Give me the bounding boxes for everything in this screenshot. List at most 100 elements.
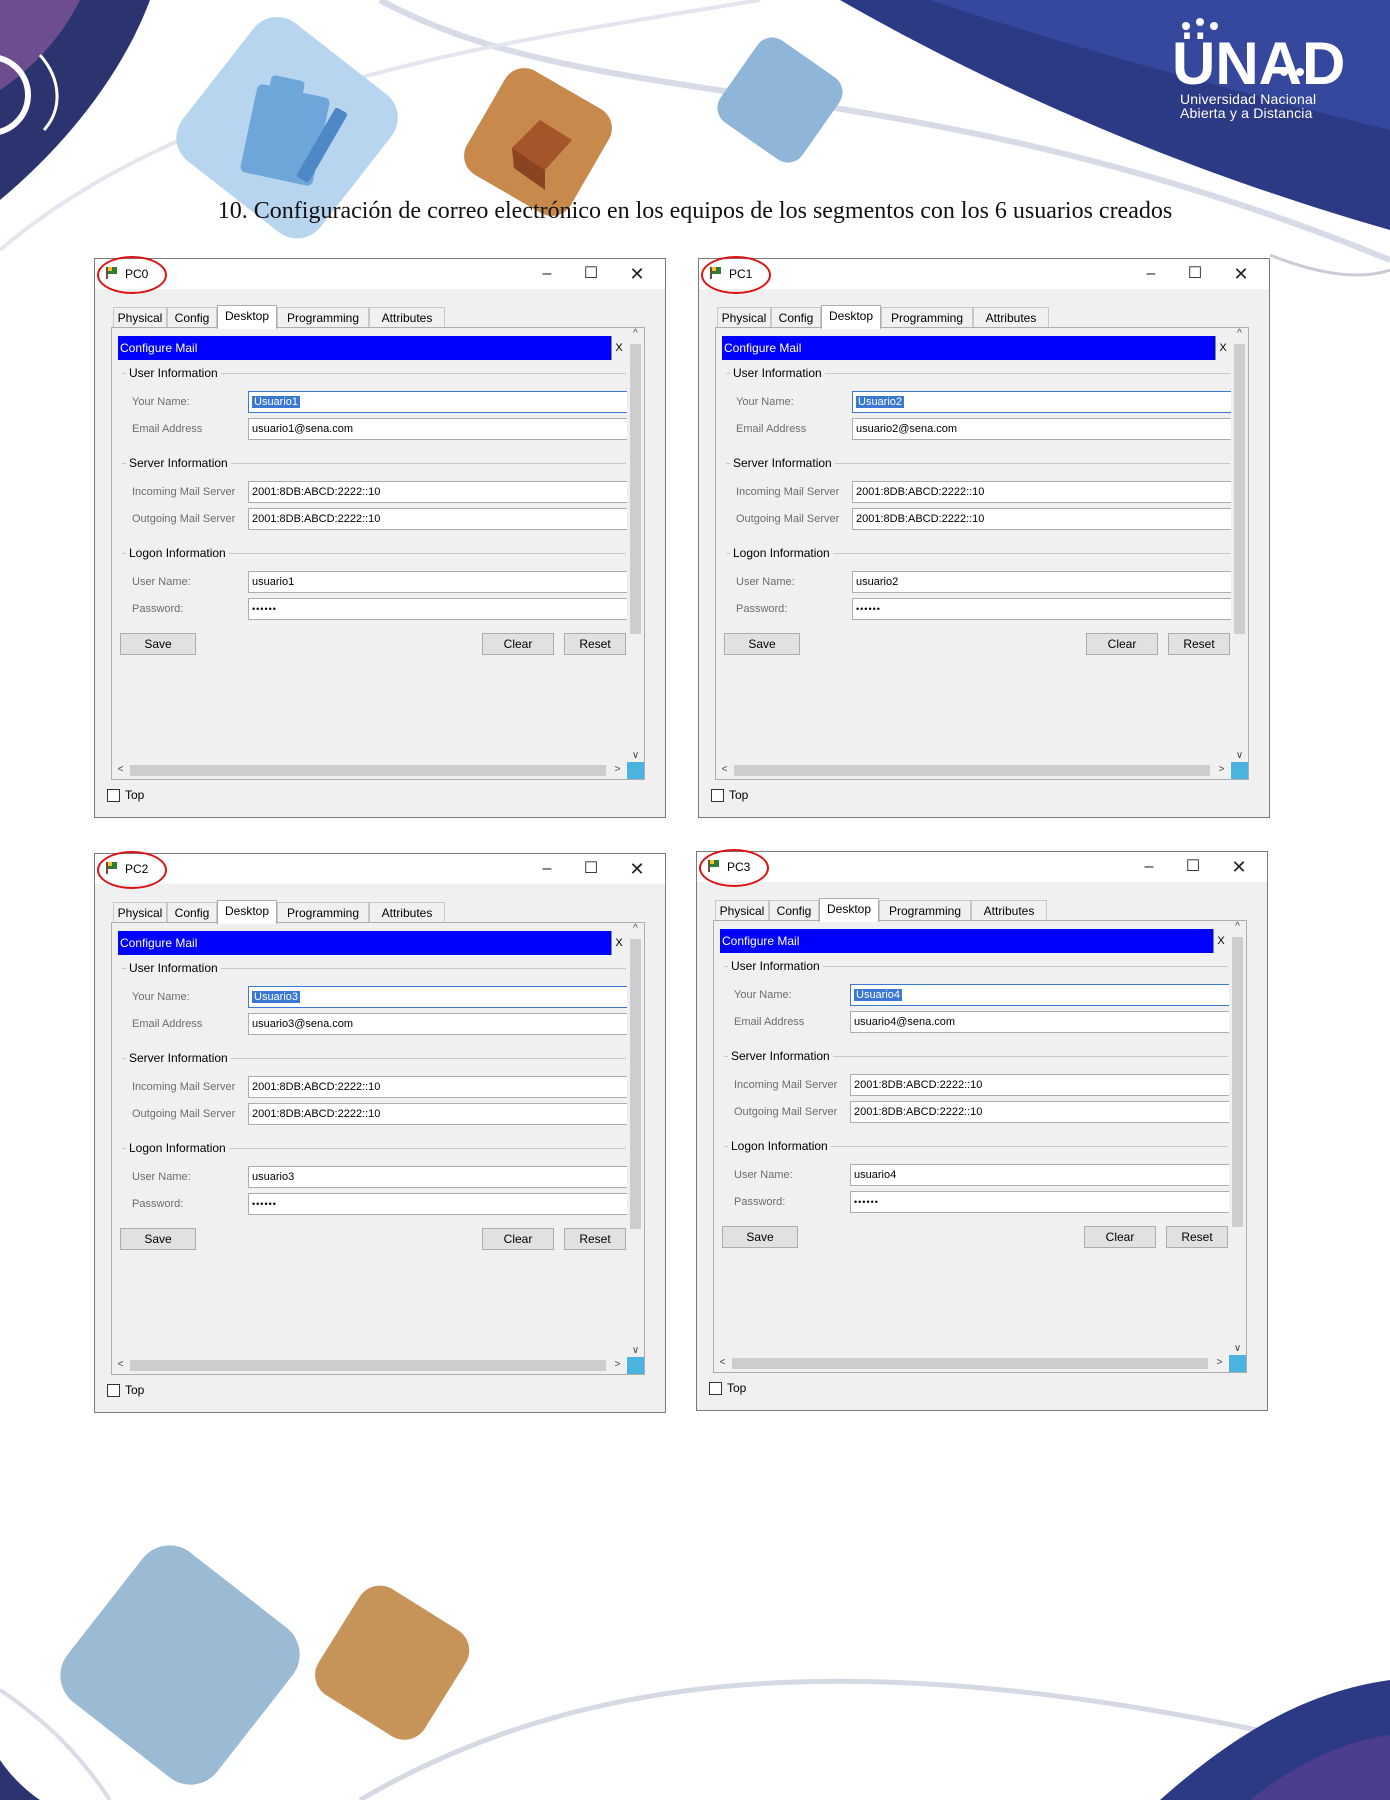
reset-button[interactable]: Reset bbox=[564, 633, 626, 655]
user-name-field[interactable]: usuario3 bbox=[248, 1166, 636, 1188]
close-icon[interactable]: ✕ bbox=[1221, 856, 1257, 878]
password-field[interactable]: •••••• bbox=[852, 598, 1240, 620]
minimize-icon[interactable]: – bbox=[1131, 856, 1167, 878]
banner-close-button[interactable]: X bbox=[611, 336, 626, 360]
email-address-field[interactable]: usuario2@sena.com bbox=[852, 418, 1240, 440]
outgoing-mail-server-field[interactable]: 2001:8DB:ABCD:2222::10 bbox=[248, 508, 636, 530]
scroll-up-icon[interactable]: ^ bbox=[1229, 921, 1246, 932]
maximize-icon[interactable]: ☐ bbox=[1175, 856, 1211, 878]
scroll-down-icon[interactable]: ∨ bbox=[1231, 750, 1248, 761]
tab-programming[interactable]: Programming bbox=[881, 307, 973, 327]
outgoing-mail-server-field[interactable]: 2001:8DB:ABCD:2222::10 bbox=[852, 508, 1240, 530]
your-name-field[interactable]: Usuario3 bbox=[248, 986, 636, 1008]
scroll-up-icon[interactable]: ^ bbox=[627, 328, 644, 339]
scroll-down-icon[interactable]: ∨ bbox=[627, 1345, 644, 1356]
title-bar[interactable]: PC0 – ☐ ✕ bbox=[95, 256, 665, 294]
your-name-field[interactable]: Usuario2 bbox=[852, 391, 1240, 413]
maximize-icon[interactable]: ☐ bbox=[1177, 263, 1213, 285]
email-address-field[interactable]: usuario1@sena.com bbox=[248, 418, 636, 440]
horizontal-scrollbar[interactable]: < > bbox=[714, 1355, 1246, 1372]
scroll-left-icon[interactable]: < bbox=[714, 1357, 731, 1368]
scroll-left-icon[interactable]: < bbox=[112, 1359, 129, 1370]
minimize-icon[interactable]: – bbox=[529, 263, 565, 285]
scroll-right-icon[interactable]: > bbox=[1213, 764, 1230, 775]
banner-close-button[interactable]: X bbox=[611, 931, 626, 955]
maximize-icon[interactable]: ☐ bbox=[573, 858, 609, 880]
minimize-icon[interactable]: – bbox=[529, 858, 565, 880]
title-bar[interactable]: PC3 – ☐ ✕ bbox=[697, 849, 1267, 887]
maximize-icon[interactable]: ☐ bbox=[573, 263, 609, 285]
clear-button[interactable]: Clear bbox=[482, 633, 554, 655]
banner-close-button[interactable]: X bbox=[1213, 929, 1228, 953]
close-icon[interactable]: ✕ bbox=[619, 263, 655, 285]
tab-desktop[interactable]: Desktop bbox=[217, 305, 277, 329]
horizontal-scroll-thumb[interactable] bbox=[130, 765, 606, 776]
password-field[interactable]: •••••• bbox=[248, 598, 636, 620]
reset-button[interactable]: Reset bbox=[564, 1228, 626, 1250]
scroll-up-icon[interactable]: ^ bbox=[627, 923, 644, 934]
vertical-scroll-thumb[interactable] bbox=[630, 344, 641, 634]
password-field[interactable]: •••••• bbox=[248, 1193, 636, 1215]
tab-physical[interactable]: Physical bbox=[113, 902, 167, 922]
clear-button[interactable]: Clear bbox=[1086, 633, 1158, 655]
tab-physical[interactable]: Physical bbox=[715, 900, 769, 920]
banner-close-button[interactable]: X bbox=[1215, 336, 1230, 360]
close-icon[interactable]: ✕ bbox=[1223, 263, 1259, 285]
tab-config[interactable]: Config bbox=[167, 902, 217, 922]
scroll-down-icon[interactable]: ∨ bbox=[627, 750, 644, 761]
your-name-field[interactable]: Usuario1 bbox=[248, 391, 636, 413]
scroll-left-icon[interactable]: < bbox=[112, 764, 129, 775]
top-checkbox[interactable] bbox=[711, 789, 724, 802]
save-button[interactable]: Save bbox=[120, 1228, 196, 1250]
scroll-down-icon[interactable]: ∨ bbox=[1229, 1343, 1246, 1354]
horizontal-scrollbar[interactable]: < > bbox=[112, 762, 644, 779]
password-field[interactable]: •••••• bbox=[850, 1191, 1238, 1213]
horizontal-scroll-thumb[interactable] bbox=[130, 1360, 606, 1371]
horizontal-scroll-thumb[interactable] bbox=[734, 765, 1210, 776]
scroll-left-icon[interactable]: < bbox=[716, 764, 733, 775]
reset-button[interactable]: Reset bbox=[1166, 1226, 1228, 1248]
vertical-scrollbar[interactable]: ^ ∨ bbox=[627, 923, 644, 1374]
tab-desktop[interactable]: Desktop bbox=[821, 305, 881, 329]
incoming-mail-server-field[interactable]: 2001:8DB:ABCD:2222::10 bbox=[248, 481, 636, 503]
outgoing-mail-server-field[interactable]: 2001:8DB:ABCD:2222::10 bbox=[850, 1101, 1238, 1123]
scroll-right-icon[interactable]: > bbox=[609, 764, 626, 775]
horizontal-scrollbar[interactable]: < > bbox=[716, 762, 1248, 779]
tab-config[interactable]: Config bbox=[769, 900, 819, 920]
top-checkbox[interactable] bbox=[107, 789, 120, 802]
vertical-scrollbar[interactable]: ^ ∨ bbox=[1229, 921, 1246, 1372]
tab-config[interactable]: Config bbox=[167, 307, 217, 327]
user-name-field[interactable]: usuario2 bbox=[852, 571, 1240, 593]
scroll-right-icon[interactable]: > bbox=[609, 1359, 626, 1370]
tab-attributes[interactable]: Attributes bbox=[369, 307, 445, 327]
vertical-scroll-thumb[interactable] bbox=[1232, 937, 1243, 1227]
tab-programming[interactable]: Programming bbox=[277, 902, 369, 922]
incoming-mail-server-field[interactable]: 2001:8DB:ABCD:2222::10 bbox=[852, 481, 1240, 503]
tab-attributes[interactable]: Attributes bbox=[369, 902, 445, 922]
scroll-right-icon[interactable]: > bbox=[1211, 1357, 1228, 1368]
email-address-field[interactable]: usuario4@sena.com bbox=[850, 1011, 1238, 1033]
clear-button[interactable]: Clear bbox=[1084, 1226, 1156, 1248]
user-name-field[interactable]: usuario1 bbox=[248, 571, 636, 593]
tab-attributes[interactable]: Attributes bbox=[973, 307, 1049, 327]
top-checkbox[interactable] bbox=[107, 1384, 120, 1397]
vertical-scroll-thumb[interactable] bbox=[1234, 344, 1245, 634]
your-name-field[interactable]: Usuario4 bbox=[850, 984, 1238, 1006]
vertical-scrollbar[interactable]: ^ ∨ bbox=[1231, 328, 1248, 779]
email-address-field[interactable]: usuario3@sena.com bbox=[248, 1013, 636, 1035]
title-bar[interactable]: PC1 – ☐ ✕ bbox=[699, 256, 1269, 294]
horizontal-scrollbar[interactable]: < > bbox=[112, 1357, 644, 1374]
scroll-up-icon[interactable]: ^ bbox=[1231, 328, 1248, 339]
vertical-scroll-thumb[interactable] bbox=[630, 939, 641, 1229]
tab-desktop[interactable]: Desktop bbox=[217, 900, 277, 924]
tab-physical[interactable]: Physical bbox=[113, 307, 167, 327]
tab-attributes[interactable]: Attributes bbox=[971, 900, 1047, 920]
incoming-mail-server-field[interactable]: 2001:8DB:ABCD:2222::10 bbox=[850, 1074, 1238, 1096]
incoming-mail-server-field[interactable]: 2001:8DB:ABCD:2222::10 bbox=[248, 1076, 636, 1098]
save-button[interactable]: Save bbox=[724, 633, 800, 655]
top-checkbox[interactable] bbox=[709, 1382, 722, 1395]
user-name-field[interactable]: usuario4 bbox=[850, 1164, 1238, 1186]
tab-config[interactable]: Config bbox=[771, 307, 821, 327]
save-button[interactable]: Save bbox=[722, 1226, 798, 1248]
tab-desktop[interactable]: Desktop bbox=[819, 898, 879, 922]
